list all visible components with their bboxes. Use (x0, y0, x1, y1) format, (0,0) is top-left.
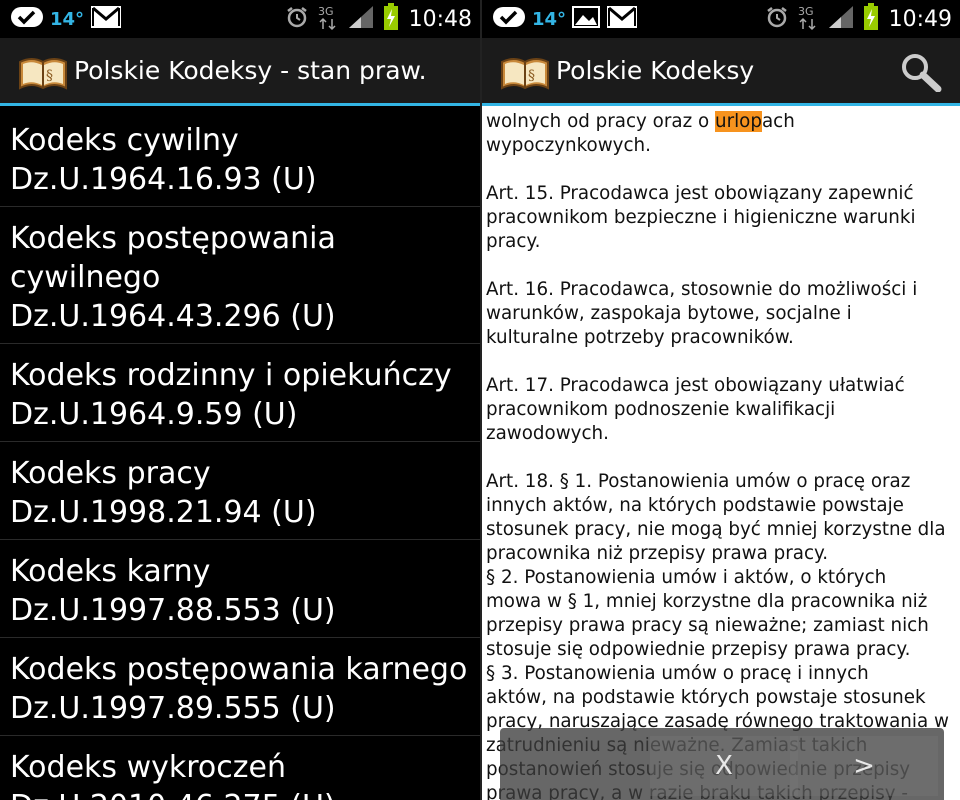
signal-icon (347, 4, 375, 34)
find-input[interactable] (506, 736, 646, 796)
list-item[interactable]: Kodeks rodzinny i opiekuńczy Dz.U.1964.9.… (0, 344, 480, 442)
signal-icon (827, 4, 855, 34)
action-bar: § Polskie Kodeksy (482, 38, 960, 106)
list-item[interactable]: Kodeks wykroczeń Dz.U.2010.46.275 (U) (0, 736, 480, 800)
temperature: 14° (50, 8, 85, 30)
svg-text:§: § (528, 68, 535, 84)
gmail-icon (90, 5, 122, 33)
item-name: Kodeks pracy (10, 456, 211, 491)
clock: 10:48 (408, 6, 472, 32)
right-screen: 14° 3G 10:49 § Polskie Kodeksy wolnych o… (482, 0, 960, 800)
network-label: 3G (798, 5, 814, 18)
battery-charging-icon (863, 3, 879, 35)
article-16: Art. 16. Pracodawca, stosownie do możliw… (486, 279, 918, 348)
item-ref: Dz.U.1964.16.93 (U) (10, 162, 317, 197)
next-match-button[interactable]: > (790, 736, 938, 796)
gmail-icon (606, 5, 638, 33)
list-item[interactable]: Kodeks postępowania cywilnego Dz.U.1964.4… (0, 207, 480, 344)
network-3g-icon: 3G (317, 3, 339, 35)
search-highlight: urlop (714, 111, 762, 132)
find-bar: X > (500, 728, 944, 800)
item-name: Kodeks cywilny (10, 123, 239, 158)
article-15: Art. 15. Pracodawca jest obowiązany zape… (486, 183, 916, 252)
item-ref: Dz.U.1964.9.59 (U) (10, 397, 298, 432)
book-icon[interactable]: § (500, 52, 550, 92)
book-icon[interactable]: § (18, 52, 68, 92)
search-icon[interactable] (898, 52, 944, 93)
alarm-icon (765, 5, 789, 33)
temperature: 14° (532, 8, 567, 30)
item-ref: Dz.U.1998.21.94 (U) (10, 495, 317, 530)
network-3g-icon: 3G (797, 3, 819, 35)
item-ref: Dz.U.1997.88.553 (U) (10, 593, 336, 628)
action-bar: § Polskie Kodeksy - stan praw. (0, 38, 480, 106)
doc-line-0: wolnych od pracy oraz o urlopach wypoczy… (486, 110, 960, 158)
app-title: Polskie Kodeksy (556, 56, 755, 85)
text-segment: wolnych od pracy oraz o (486, 111, 715, 132)
clock: 10:49 (888, 6, 952, 32)
list-item[interactable]: Kodeks postępowania karnego Dz.U.1997.89.… (0, 638, 480, 736)
status-bar: 14° 3G 10:49 (482, 0, 960, 38)
article-17: Art. 17. Pracodawca jest obowiązany ułat… (486, 375, 905, 444)
app-title: Polskie Kodeksy - stan praw. (74, 56, 427, 85)
status-bar: 14° 3G 10:48 (0, 0, 480, 38)
list-item[interactable]: Kodeks pracy Dz.U.1998.21.94 (U) (0, 442, 480, 540)
network-label: 3G (318, 5, 334, 18)
item-name: Kodeks postępowania karnego (10, 652, 468, 687)
item-name: Kodeks rodzinny i opiekuńczy (10, 358, 452, 393)
item-ref: Dz.U.1997.89.555 (U) (10, 691, 336, 726)
document-text: wolnych od pracy oraz o urlopach wypoczy… (486, 110, 960, 800)
picture-icon (572, 5, 601, 33)
item-name: Kodeks postępowania cywilnego (10, 221, 336, 295)
item-name: Kodeks wykroczeń (10, 750, 286, 785)
item-ref: Dz.U.2010.46.275 (U) (10, 787, 470, 800)
close-find-button[interactable]: X (650, 736, 798, 796)
alarm-icon (285, 5, 309, 33)
list-item[interactable]: Kodeks karny Dz.U.1997.88.553 (U) (0, 540, 480, 638)
tasks-check-icon (10, 6, 44, 32)
code-list: Kodeks cywilny Dz.U.1964.16.93 (U) Kodeks… (0, 109, 480, 800)
svg-text:§: § (46, 68, 53, 84)
left-screen: 14° 3G 10:48 § Polskie Kodeksy - stan pr… (0, 0, 480, 800)
item-ref: Dz.U.1964.43.296 (U) (10, 299, 336, 334)
battery-charging-icon (383, 3, 399, 35)
item-name: Kodeks karny (10, 554, 211, 589)
list-item[interactable]: Kodeks cywilny Dz.U.1964.16.93 (U) (0, 109, 480, 207)
tasks-check-icon (492, 6, 526, 32)
